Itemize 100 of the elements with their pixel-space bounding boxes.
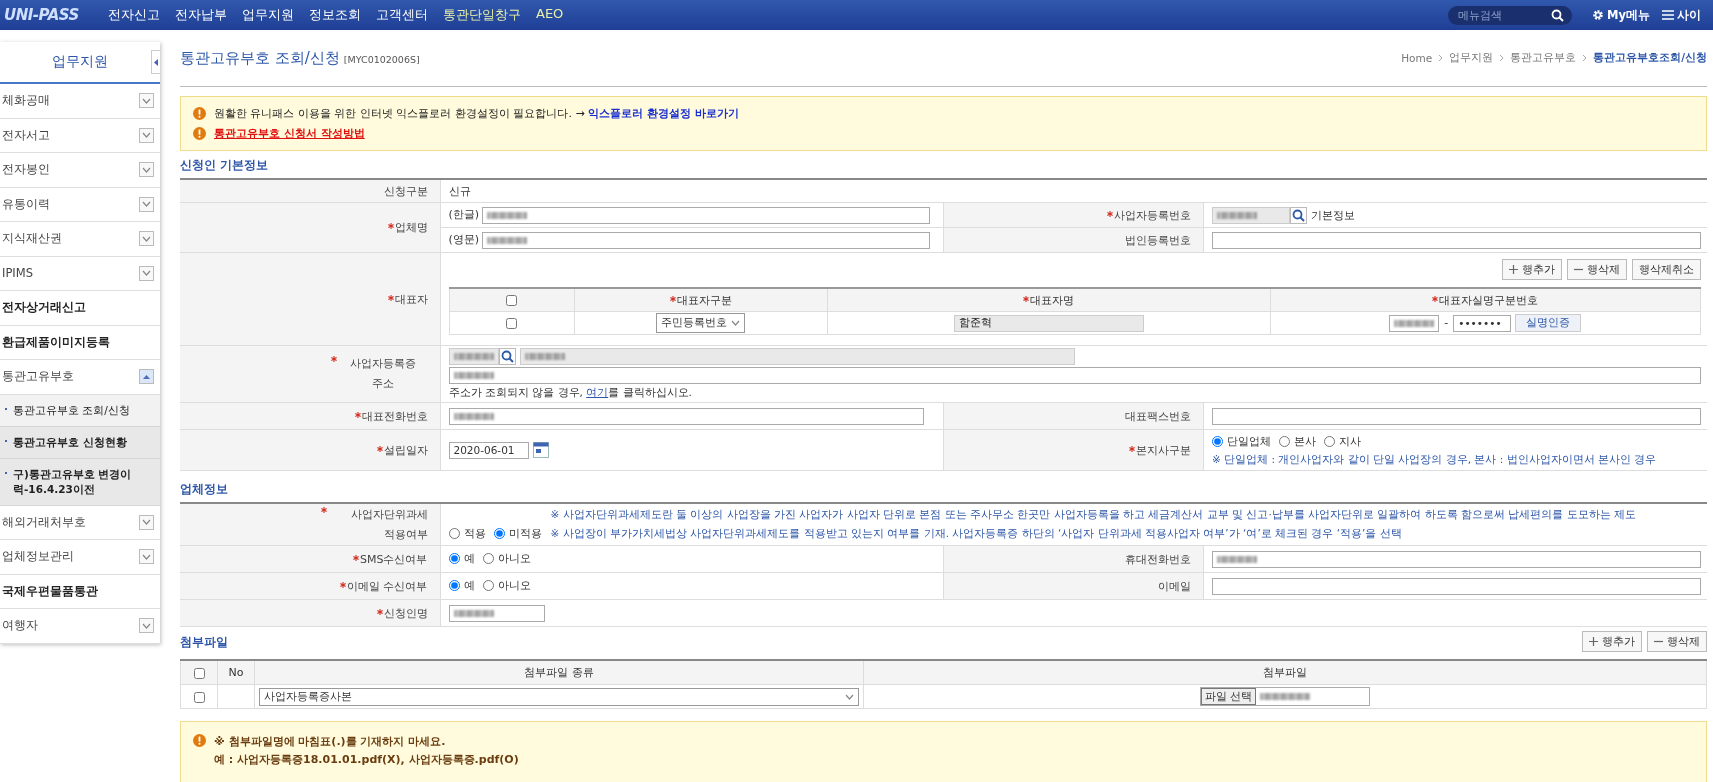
- add-row-button[interactable]: 행추가: [1502, 259, 1562, 280]
- nav-link[interactable]: 고객센터: [376, 6, 428, 24]
- cancel-delete-button[interactable]: 행삭제취소: [1632, 259, 1701, 280]
- sidebar-item[interactable]: 통관고유부호: [0, 360, 160, 395]
- sidebar-item[interactable]: 지식재산권: [0, 222, 160, 257]
- toggle-button[interactable]: [139, 93, 154, 109]
- breadcrumb-link[interactable]: Home: [1401, 52, 1433, 64]
- sidebar-item[interactable]: 업체정보관리: [0, 540, 160, 575]
- delete-row-button[interactable]: 행삭제: [1567, 259, 1627, 280]
- my-menu-link[interactable]: My메뉴: [1592, 7, 1650, 23]
- warning-text: 예 : 사업자등록증18.01.01.pdf(X), 사업자등록증.pdf(O): [214, 752, 519, 767]
- dropdown[interactable]: 주민등록번호: [656, 313, 745, 333]
- breadcrumb-link[interactable]: 통관고유부호: [1510, 51, 1577, 65]
- chevron-down-icon: [142, 166, 151, 173]
- sidebar-item[interactable]: 환급제품이미지등록: [0, 325, 160, 360]
- nav-link[interactable]: 전자납부: [175, 6, 227, 24]
- collapse-button[interactable]: [151, 50, 160, 74]
- field-label: 신청구분: [383, 184, 428, 198]
- chevron-up-icon: [142, 373, 151, 380]
- settings-link[interactable]: 익스플로러 환경설정 바로가기: [588, 107, 739, 120]
- password-field[interactable]: •••••••: [1453, 314, 1512, 332]
- field-label: 신청인명: [376, 606, 428, 620]
- checkbox[interactable]: [193, 667, 205, 679]
- toggle-button[interactable]: [139, 196, 154, 212]
- blurred-text: [1394, 319, 1435, 327]
- dropdown[interactable]: 사업자등록증사본: [259, 687, 859, 706]
- column-header: 대표자구분: [669, 293, 732, 307]
- toggle-button[interactable]: [139, 265, 154, 281]
- text-field[interactable]: [1212, 407, 1701, 425]
- text-field[interactable]: [482, 231, 931, 249]
- sidebar-item[interactable]: 유통이력: [0, 187, 160, 222]
- sidebar-item[interactable]: 전자봉인: [0, 153, 160, 188]
- toggle-button[interactable]: [139, 514, 154, 530]
- text-field[interactable]: 2020-06-01: [448, 441, 529, 459]
- verify-button[interactable]: 실명인증: [1515, 314, 1582, 332]
- sidebar-item[interactable]: 해외거래처부호: [0, 505, 160, 540]
- radio-button[interactable]: [1279, 435, 1290, 447]
- chevron-down-icon: [845, 693, 854, 700]
- text-field[interactable]: [448, 604, 545, 622]
- radio-button[interactable]: [1324, 435, 1335, 447]
- radio-button[interactable]: [493, 528, 505, 539]
- nav-link[interactable]: AEO: [536, 6, 564, 24]
- radio-button[interactable]: [1212, 435, 1223, 447]
- radio-button[interactable]: [448, 553, 460, 564]
- help-text: ※ 단일업체 : 개인사업자와 같이 단일 사업장의 경우, 본사 : 법인사업자이면서 본사인 경우: [1212, 452, 1658, 467]
- text-field[interactable]: [448, 348, 499, 365]
- text-field[interactable]: [1212, 206, 1290, 224]
- toggle-button[interactable]: [139, 231, 154, 247]
- text-field[interactable]: [482, 206, 931, 224]
- sidebar-subitem[interactable]: 구)통관고유부호 변경이력-16.4.23이전: [0, 458, 160, 506]
- help-text: ※ 사업장이 부가가치세법상 사업자단위과세제도를 적용받고 있는지 여부를 기재. 사업자등록증 하단의 ‘사업자 단위과세 적용사업자 여부’가 ‘여’로 체크된 경우 ‘적용’을 선택: [550, 526, 1403, 541]
- choose-file-button[interactable]: 파일 선택: [1201, 688, 1257, 705]
- nav-link[interactable]: 전자신고: [108, 6, 160, 24]
- radio-button[interactable]: [448, 580, 460, 591]
- sitemap-link[interactable]: 사이: [1662, 7, 1701, 23]
- guide-link[interactable]: 통관고유부호 신청서 작성방법: [214, 126, 365, 141]
- text-field[interactable]: [519, 348, 1075, 365]
- toggle-button[interactable]: [139, 162, 154, 178]
- text-field[interactable]: 함준혁: [953, 314, 1144, 332]
- nav-link[interactable]: 업무지원: [242, 6, 294, 24]
- text-field[interactable]: [1212, 231, 1701, 249]
- add-row-button[interactable]: 행추가: [1582, 631, 1642, 652]
- search-field[interactable]: 메뉴검색: [1448, 5, 1573, 25]
- text-field[interactable]: [1212, 550, 1701, 568]
- checkbox[interactable]: [193, 691, 205, 703]
- text-field[interactable]: [448, 367, 1701, 384]
- radio-button[interactable]: [482, 553, 494, 564]
- toggle-button[interactable]: [139, 127, 154, 143]
- nav-link[interactable]: 정보조회: [309, 6, 361, 24]
- search-button[interactable]: [1290, 206, 1307, 224]
- toggle-button[interactable]: [139, 549, 154, 565]
- sidebar-subitem[interactable]: 통관고유부호 신청현황: [0, 426, 160, 459]
- here-link[interactable]: 여기: [586, 386, 609, 398]
- toggle-button[interactable]: [139, 618, 154, 634]
- file-input[interactable]: 파일 선택: [1200, 687, 1370, 706]
- sidebar-item[interactable]: 전자상거래신고: [0, 291, 160, 326]
- radio-label: 예: [463, 551, 475, 566]
- sidebar-item[interactable]: 체화공매: [0, 84, 160, 119]
- chevron-down-icon: [142, 622, 151, 629]
- radio-button[interactable]: [448, 528, 460, 539]
- checkbox[interactable]: [506, 295, 517, 306]
- breadcrumb-link[interactable]: 통관고유부호조회/신청: [1593, 51, 1707, 65]
- sidebar-item[interactable]: IPIMS: [0, 256, 160, 291]
- checkbox[interactable]: [506, 318, 517, 329]
- chevron-down-icon: [142, 132, 151, 139]
- text-field[interactable]: [1212, 577, 1701, 595]
- nav-link[interactable]: 통관단일창구: [443, 6, 521, 24]
- radio-button[interactable]: [482, 580, 494, 591]
- text-field[interactable]: [448, 407, 924, 425]
- sidebar-item[interactable]: 여행자: [0, 609, 160, 644]
- sidebar-item[interactable]: 전자서고: [0, 118, 160, 153]
- sidebar-item[interactable]: 국제우편물품통관: [0, 574, 160, 609]
- breadcrumb-link[interactable]: 업무지원: [1449, 51, 1494, 65]
- calendar-button[interactable]: [532, 442, 549, 458]
- chevron-down-icon: [142, 270, 151, 277]
- text-field[interactable]: [1389, 314, 1440, 332]
- delete-row-button[interactable]: 행삭제: [1647, 631, 1707, 652]
- toggle-button[interactable]: [139, 369, 154, 385]
- sidebar-subitem[interactable]: 통관고유부호 조회/신청: [0, 394, 160, 427]
- radio-label: 단일업체: [1227, 433, 1271, 449]
